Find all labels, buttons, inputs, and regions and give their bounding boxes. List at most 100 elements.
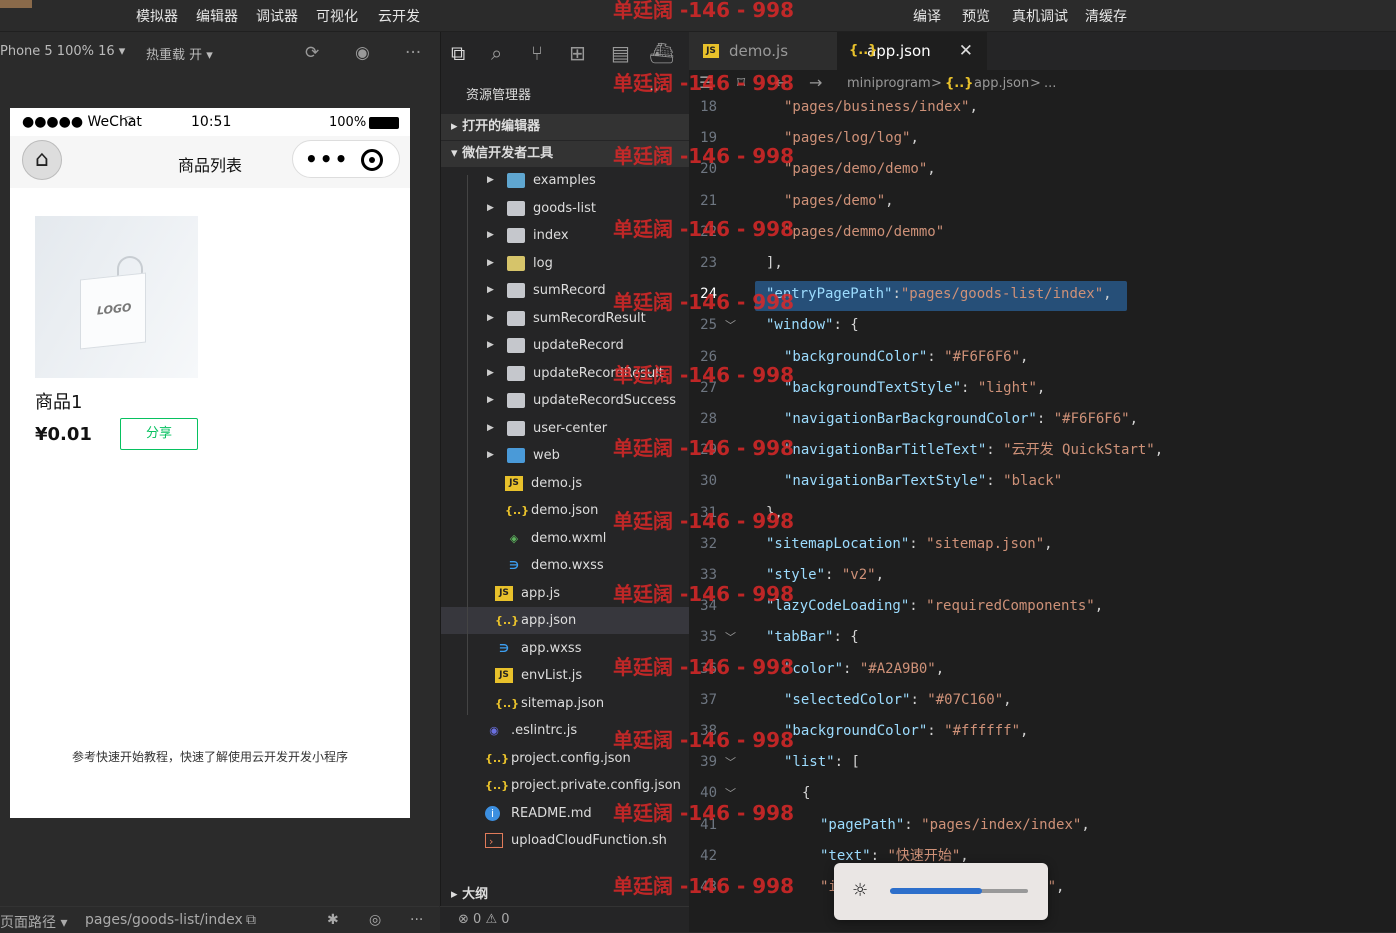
tree-item[interactable]: ▶ updateRecord [441, 332, 690, 359]
forward-icon[interactable]: → [809, 73, 822, 92]
tree-item[interactable]: {..} project.private.config.json [441, 772, 690, 799]
capsule-close-icon[interactable] [361, 149, 383, 171]
code-line[interactable]: 21 "pages/demo", [689, 186, 1396, 217]
files-icon[interactable]: ⧉ [451, 41, 465, 65]
chevron-right-icon[interactable]: ▶ [487, 195, 494, 222]
fold-chevron-icon[interactable]: ﹀ [725, 310, 736, 341]
chevron-right-icon[interactable]: ▶ [487, 277, 494, 304]
code-line[interactable]: 37 "selectedColor": "#07C160", [689, 685, 1396, 716]
quickstart-hint[interactable]: 参考快速开始教程，快速了解使用云开发开发小程序 [10, 748, 410, 765]
chevron-right-icon[interactable]: ▶ [487, 387, 494, 414]
docker-icon[interactable]: ⛴ [649, 41, 674, 65]
brightness-fill [890, 888, 983, 894]
tree-item[interactable]: {..} sitemap.json [441, 690, 690, 717]
menu-editor[interactable]: 编辑器 [196, 6, 238, 26]
code-line[interactable]: 40 ﹀{ [689, 778, 1396, 809]
extensions-icon[interactable]: ⊞ [569, 41, 586, 65]
code-text: "pagePath": "pages/index/index", [820, 816, 1090, 833]
goods-image[interactable]: LOGO [35, 216, 198, 378]
bag-body: LOGO [80, 272, 146, 350]
code-line[interactable]: 38 "backgroundColor": "#ffffff", [689, 716, 1396, 747]
more-icon[interactable]: ··· [410, 912, 423, 928]
code-line[interactable]: 24 "entryPagePath":"pages/goods-list/inde… [689, 279, 1396, 310]
close-icon[interactable]: ✕ [959, 32, 973, 70]
tree-item[interactable]: ›_ uploadCloudFunction.sh [441, 827, 690, 854]
device-select[interactable]: Phone 5 100% 16 ▾ [0, 44, 125, 59]
chevron-right-icon[interactable]: ▶ [487, 442, 494, 469]
warning-count[interactable]: 0 [501, 912, 509, 927]
menu-visual[interactable]: 可视化 [316, 6, 358, 26]
tree-item[interactable]: ▶ updateRecordSuccess [441, 387, 690, 414]
preview-button[interactable]: 预览 [962, 6, 990, 26]
warning-icon[interactable]: ⚠ [485, 912, 497, 927]
stop-icon[interactable]: ◉ [355, 43, 370, 63]
breadcrumb-miniprogram[interactable]: miniprogram [847, 76, 931, 91]
menu-simulator[interactable]: 模拟器 [136, 6, 178, 26]
layout-icon[interactable]: ▤ [611, 41, 630, 65]
page-path-label[interactable]: 页面路径 ▾ [0, 912, 67, 932]
code-line[interactable]: 39 ﹀ "list": [ [689, 747, 1396, 778]
chevron-right-icon[interactable]: ▶ [487, 415, 494, 442]
share-button[interactable]: 分享 [120, 418, 198, 450]
tab-demo-js[interactable]: JS demo.js [689, 32, 837, 70]
tab-app-json[interactable]: {..} app.json ✕ [837, 32, 987, 70]
menu-cloud[interactable]: 云开发 [378, 6, 420, 26]
refresh-icon[interactable]: ⟳ [305, 43, 319, 63]
chevron-right-icon[interactable]: ▶ [487, 305, 494, 332]
eye-icon[interactable]: ◎ [369, 912, 381, 928]
code-line[interactable]: 33 "style": "v2", [689, 560, 1396, 591]
code-line[interactable]: 28 "navigationBarBackgroundColor": "#F6F6… [689, 404, 1396, 435]
breadcrumb-more[interactable]: ... [1044, 76, 1056, 91]
code-line[interactable]: 19 "pages/log/log", [689, 123, 1396, 154]
capsule-menu[interactable]: ••• [292, 140, 400, 178]
code-line[interactable]: 29 "navigationBarTitleText": "云开发 QuickSt… [689, 435, 1396, 466]
code-line[interactable]: 25 ﹀ "window": { [689, 310, 1396, 341]
tree-item[interactable]: {..} app.json [441, 607, 690, 634]
code-line[interactable]: 18 "pages/business/index", [689, 92, 1396, 123]
brightness-slider[interactable] [890, 888, 1028, 894]
breadcrumb-app-json[interactable]: app.json [974, 76, 1029, 91]
compile-button[interactable]: 编译 [913, 6, 941, 26]
fold-chevron-icon[interactable]: ﹀ [725, 622, 736, 653]
more-icon[interactable]: ··· [405, 43, 421, 63]
tree-item-label: log [533, 255, 553, 271]
capsule-more-icon[interactable]: ••• [305, 147, 349, 171]
error-count[interactable]: 0 [473, 912, 481, 927]
chevron-right-icon[interactable]: ▶ [487, 360, 494, 387]
code-line[interactable]: 23], [689, 248, 1396, 279]
chevron-right-icon[interactable]: ▶ [487, 332, 494, 359]
remote-debug-button[interactable]: 真机调试 [1012, 6, 1068, 26]
section-open-editors[interactable]: ▸ 打开的编辑器 [441, 114, 690, 140]
code-line[interactable]: 36 "color": "#A2A9B0", [689, 654, 1396, 685]
code-line[interactable]: 35 ﹀ "tabBar": { [689, 622, 1396, 653]
wifi-icon: ⌔ [122, 112, 137, 130]
source-control-icon[interactable]: ⑂ [531, 41, 543, 65]
clear-cache-button[interactable]: 清缓存 [1085, 6, 1127, 26]
copy-icon[interactable]: ⧉ [246, 912, 256, 928]
code-line[interactable]: 20 "pages/demo/demo", [689, 154, 1396, 185]
watermark-text: 单廷阔 -146 - 998 [613, 71, 794, 95]
code-line[interactable]: 41 "pagePath": "pages/index/index", [689, 810, 1396, 841]
code-line[interactable]: 27 "backgroundTextStyle": "light", [689, 373, 1396, 404]
tree-item[interactable]: ▶ log [441, 250, 690, 277]
code-line[interactable]: 32 "sitemapLocation": "sitemap.json", [689, 529, 1396, 560]
search-icon[interactable]: ⌕ [491, 41, 502, 65]
tree-item[interactable]: ∋ demo.wxss [441, 552, 690, 579]
code-line[interactable]: 30 "navigationBarTextStyle": "black" [689, 466, 1396, 497]
error-icon[interactable]: ⊗ [458, 912, 469, 927]
code-line[interactable]: 22 "pages/demmo/demmo" [689, 217, 1396, 248]
code-line[interactable]: 34 "lazyCodeLoading": "requiredComponents… [689, 591, 1396, 622]
chevron-right-icon[interactable]: ▶ [487, 250, 494, 277]
tree-item-label: demo.wxml [531, 530, 607, 546]
code-line[interactable]: 31}, [689, 498, 1396, 529]
hot-reload-toggle[interactable]: 热重载 开 ▾ [146, 44, 213, 63]
tree-item[interactable]: JS demo.js [441, 470, 690, 497]
menu-debugger[interactable]: 调试器 [256, 6, 298, 26]
chevron-right-icon[interactable]: ▶ [487, 222, 494, 249]
code-line[interactable]: 26 "backgroundColor": "#F6F6F6", [689, 342, 1396, 373]
tree-item[interactable]: ▶ examples [441, 167, 690, 194]
folder-icon [507, 228, 525, 243]
chevron-right-icon[interactable]: ▶ [487, 167, 494, 194]
bug-icon[interactable]: ✱ [327, 912, 339, 928]
user-avatar[interactable] [0, 0, 32, 8]
